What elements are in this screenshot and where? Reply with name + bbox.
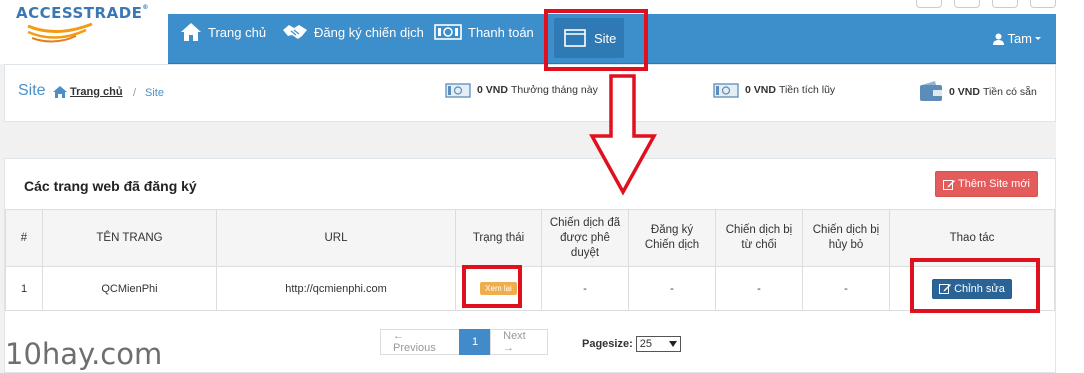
stat-label: Thưởng tháng này bbox=[510, 84, 598, 96]
user-menu[interactable]: Tam bbox=[993, 31, 1042, 46]
logo-text: ACCESSTRADE bbox=[16, 4, 143, 22]
stat-available: 0 VND Tiền có sẵn bbox=[919, 81, 1037, 103]
trademark-symbol: ® bbox=[142, 4, 149, 11]
caret-down-icon bbox=[1035, 36, 1041, 40]
user-icon bbox=[993, 33, 1005, 45]
cell-site-name: QCMienPhi bbox=[42, 266, 217, 311]
caret-down-icon bbox=[668, 341, 677, 347]
stat-value: 0 VND bbox=[949, 86, 980, 98]
wallet-icon bbox=[920, 81, 942, 101]
nav-payment[interactable]: Thanh toán bbox=[434, 14, 534, 50]
column-header: Chiến dịch bị hủy bỏ bbox=[802, 209, 890, 267]
stat-value: 0 VND bbox=[477, 84, 508, 96]
cell-approved: - bbox=[541, 266, 629, 311]
stat-label: Tiền tích lũy bbox=[778, 84, 836, 96]
highlight-site-tab bbox=[544, 9, 648, 71]
breadcrumb-home[interactable]: Trang chủ bbox=[53, 86, 123, 98]
pagesize-label: Pagesize: bbox=[582, 338, 633, 350]
nav-register-campaign-label: Đăng ký chiến dịch bbox=[314, 24, 424, 40]
stat-monthly-bonus: 0 VND Thưởng tháng này bbox=[445, 81, 598, 99]
home-icon bbox=[181, 23, 201, 41]
sites-table: # TÊN TRANG URL Trạng thái Chiến dịch đã… bbox=[5, 209, 1055, 311]
top-button[interactable] bbox=[992, 0, 1018, 8]
money-icon bbox=[445, 83, 471, 98]
watermark: 10hay.com bbox=[5, 337, 163, 371]
top-button[interactable] bbox=[954, 0, 980, 8]
down-arrow-icon bbox=[589, 74, 657, 196]
top-button[interactable] bbox=[1030, 0, 1056, 8]
pagesize-control: Pagesize: 25 bbox=[582, 336, 681, 352]
column-header: Chiến dịch đã được phê duyệt bbox=[541, 209, 629, 267]
column-header: Trạng thái bbox=[455, 209, 542, 267]
breadcrumb-home-label: Trang chủ bbox=[70, 86, 123, 98]
breadcrumb-panel: Site Trang chủ / Site 0 VND Thưởng tháng… bbox=[4, 64, 1056, 122]
cell-cancelled: - bbox=[802, 266, 890, 311]
table-header-row: # TÊN TRANG URL Trạng thái Chiến dịch đã… bbox=[5, 209, 1055, 267]
home-icon bbox=[53, 86, 67, 98]
pagination-next[interactable]: Next → bbox=[490, 329, 549, 355]
nav-payment-label: Thanh toán bbox=[468, 24, 534, 40]
nav-home[interactable]: Trang chủ bbox=[180, 14, 266, 50]
breadcrumb-separator: / bbox=[133, 87, 137, 99]
logo-swoosh-icon bbox=[27, 22, 93, 43]
pagesize-select[interactable]: 25 bbox=[635, 336, 681, 352]
cell-index: 1 bbox=[5, 266, 43, 311]
pagination-previous[interactable]: ← Previous bbox=[380, 329, 460, 355]
nav-register-campaign[interactable]: Đăng ký chiến dịch bbox=[282, 14, 424, 50]
breadcrumb-current: Site bbox=[145, 87, 164, 99]
cell-rejected: - bbox=[715, 266, 803, 311]
right-edge bbox=[1056, 0, 1084, 373]
page-title: Site bbox=[18, 82, 46, 99]
money-icon bbox=[713, 83, 739, 98]
logo[interactable]: ACCESSTRADE® bbox=[0, 0, 168, 64]
add-site-button[interactable]: Thêm Site mới bbox=[935, 171, 1038, 197]
column-header: TÊN TRANG bbox=[42, 209, 217, 267]
money-icon bbox=[434, 24, 462, 40]
pagesize-value: 25 bbox=[639, 338, 652, 350]
handshake-icon bbox=[283, 25, 307, 39]
nav-home-label: Trang chủ bbox=[208, 24, 267, 40]
cell-registered: - bbox=[628, 266, 716, 311]
highlight-status bbox=[462, 265, 522, 308]
column-header: URL bbox=[216, 209, 456, 267]
edit-icon bbox=[942, 179, 955, 190]
column-header: Đăng ký Chiến dịch bbox=[628, 209, 716, 267]
stat-label: Tiền có sẵn bbox=[982, 86, 1037, 98]
stat-value: 0 VND bbox=[745, 84, 776, 96]
panel-title: Các trang web đã đăng ký bbox=[24, 178, 197, 194]
pagination: ← Previous 1 Next → bbox=[380, 329, 549, 355]
column-header: Chiến dịch bị từ chối bbox=[715, 209, 803, 267]
stat-accumulated: 0 VND Tiền tích lũy bbox=[713, 81, 835, 99]
highlight-edit bbox=[910, 258, 1040, 313]
user-name: Tam bbox=[1007, 31, 1032, 46]
top-button[interactable] bbox=[916, 0, 942, 8]
add-site-label: Thêm Site mới bbox=[957, 178, 1030, 190]
pagination-current-page[interactable]: 1 bbox=[459, 329, 492, 355]
column-header: # bbox=[5, 209, 43, 267]
table-row: 1 QCMienPhi http://qcmienphi.com Xem lại… bbox=[5, 266, 1055, 311]
cell-url: http://qcmienphi.com bbox=[216, 266, 456, 311]
